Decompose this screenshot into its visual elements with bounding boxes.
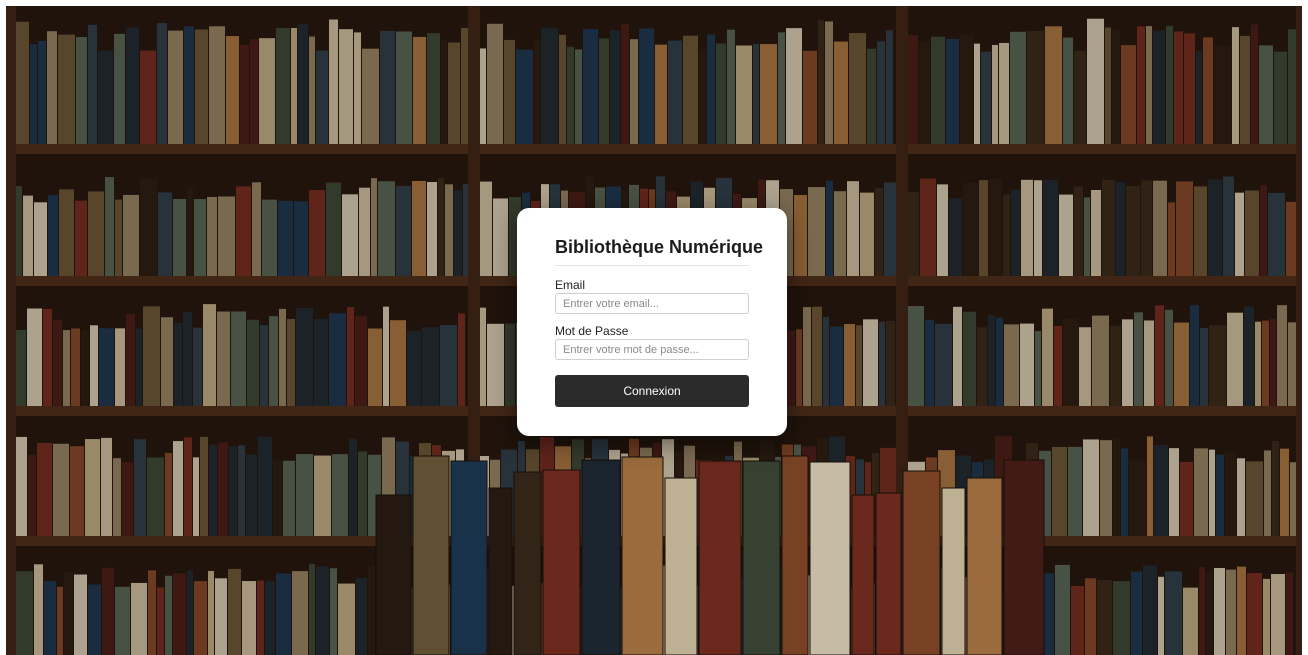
login-card: Bibliothèque Numérique Email Mot de Pass…	[517, 208, 787, 436]
title-divider	[555, 265, 749, 266]
email-input[interactable]	[555, 293, 749, 314]
email-label: Email	[555, 278, 586, 292]
password-label: Mot de Passe	[555, 324, 629, 338]
login-button[interactable]: Connexion	[555, 375, 749, 407]
password-input[interactable]	[555, 339, 749, 360]
page-title: Bibliothèque Numérique	[555, 237, 764, 257]
